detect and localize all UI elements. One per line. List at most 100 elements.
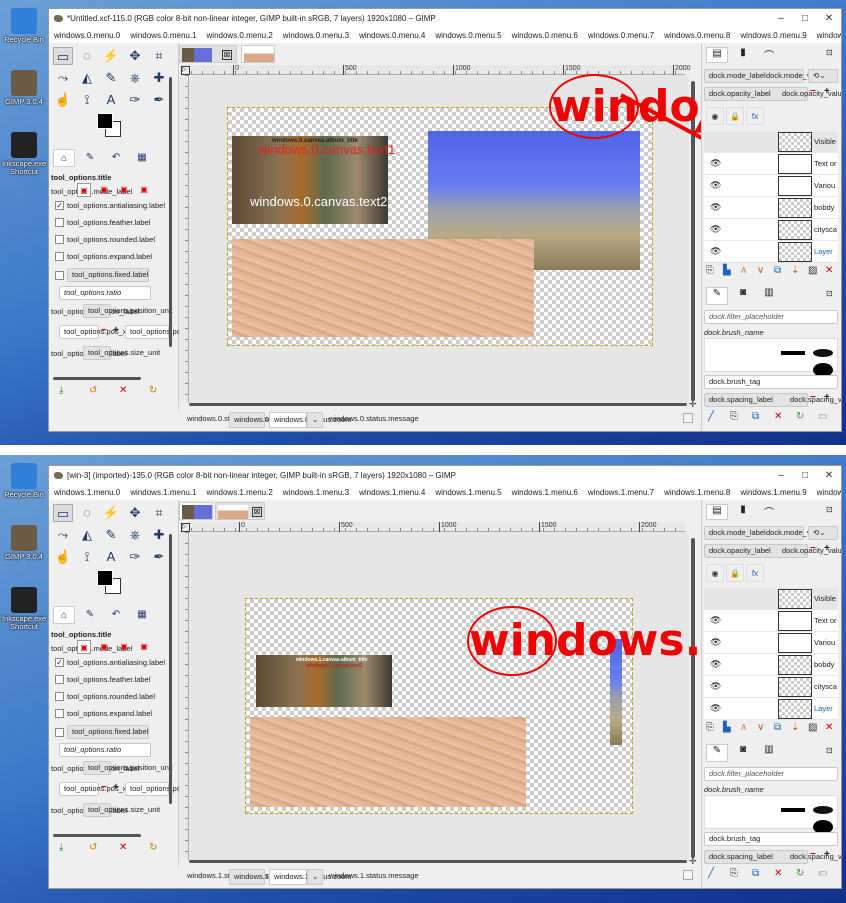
antialiasing-checkbox[interactable]: ✓	[55, 658, 64, 667]
layer-name[interactable]: citysca	[814, 682, 840, 691]
menu-filters[interactable]: windows.1.menu.8	[659, 486, 735, 500]
images-tab[interactable]: ▦	[131, 149, 153, 167]
minimize-button[interactable]: –	[769, 466, 793, 486]
menu-filters[interactable]: windows.0.menu.8	[659, 29, 735, 43]
visibility-header-icon[interactable]: ◉	[706, 107, 724, 125]
paintbrush-tool-icon[interactable]: ✎	[101, 69, 121, 87]
menu-view[interactable]: windows.0.menu.3	[278, 29, 354, 43]
layer-row[interactable]: 👁 Text or	[704, 153, 838, 175]
foreground-color-swatch[interactable]	[97, 113, 113, 129]
canvas-horizontal-scrollbar[interactable]	[189, 860, 687, 863]
toolbox-horizontal-scrollbar[interactable]	[53, 377, 141, 380]
refresh-brushes-icon[interactable]: ↻	[796, 868, 804, 879]
menu-edit[interactable]: windows.1.menu.1	[125, 486, 201, 500]
layer-name[interactable]: Layer	[814, 247, 840, 256]
delete-brush-icon[interactable]: ✕	[774, 411, 782, 422]
patterns-tab[interactable]: ◙	[732, 744, 754, 762]
eraser-tool-icon[interactable]: ✑	[125, 91, 145, 109]
gradients-tab[interactable]: ▥	[758, 744, 780, 762]
position-x-increment[interactable]: +	[113, 782, 119, 793]
layer-row[interactable]: 👁 bobdy	[704, 654, 838, 676]
fixed-aspect-checkbox[interactable]	[55, 271, 64, 280]
color-picker-tool-icon[interactable]: ✒	[149, 91, 169, 109]
menu-layer[interactable]: windows.0.menu.5	[430, 29, 506, 43]
duplicate-layer-icon[interactable]: ⧉	[774, 265, 781, 276]
clone-tool-icon[interactable]: ⎈	[125, 69, 145, 87]
rect-select-tool-icon[interactable]: ▭	[53, 47, 73, 65]
toolbox-vertical-scrollbar[interactable]	[169, 77, 172, 347]
desktop-icon-recycle-bin[interactable]: Recycle Bin	[2, 8, 46, 44]
effects-header-icon[interactable]: fx	[746, 564, 764, 582]
paths-tab[interactable]: ⌒	[758, 47, 780, 63]
lock-header-icon[interactable]: 🔒	[726, 564, 744, 582]
desktop-icon-gimp[interactable]: GIMP 3.0.4	[2, 525, 46, 561]
color-picker-tool-icon[interactable]: ✒	[149, 548, 169, 566]
layer-row[interactable]: 👁 Layer	[704, 698, 838, 720]
text-tool-icon[interactable]: A	[101, 548, 121, 566]
new-group-icon[interactable]: ▙	[723, 265, 731, 276]
position-y-field[interactable]: tool_options.pos_y	[125, 782, 193, 796]
new-layer-icon[interactable]: ⎘	[706, 722, 714, 733]
menu-tools[interactable]: windows.0.menu.7	[583, 29, 659, 43]
toolbox-horizontal-scrollbar[interactable]	[53, 834, 141, 837]
zoom-field[interactable]: windows.1.status.zoom	[269, 869, 352, 885]
opacity-decrement[interactable]: −	[810, 543, 816, 554]
aspect-ratio-field[interactable]: tool_options.ratio	[59, 286, 151, 300]
heal-tool-icon[interactable]: ✚	[149, 69, 169, 87]
feather-checkbox[interactable]	[55, 675, 64, 684]
layer-name[interactable]: Visible	[814, 594, 840, 603]
spacing-value[interactable]: dock.spacing_value	[790, 852, 841, 861]
mask-icon[interactable]: ▨	[808, 265, 817, 276]
raise-layer-icon[interactable]: ∧	[740, 265, 747, 276]
menu-select[interactable]: windows.1.menu.2	[202, 486, 278, 500]
antialiasing-checkbox[interactable]: ✓	[55, 201, 64, 210]
reset-options-icon[interactable]: ↻	[149, 842, 157, 853]
layer-row[interactable]: 👁 Variou	[704, 632, 838, 654]
ruler-origin-button[interactable]: ▷	[181, 66, 190, 75]
brush-filter-field[interactable]: dock.filter_placeholder	[704, 310, 838, 324]
opacity-increment[interactable]: +	[824, 86, 830, 97]
mode-button-add[interactable]: ▣	[97, 640, 111, 654]
layer-name[interactable]: Text or	[814, 159, 840, 168]
composite-mode-button[interactable]: ⟲⌄	[808, 526, 838, 540]
new-layer-icon[interactable]: ⎘	[706, 265, 714, 276]
canvas-vertical-scrollbar[interactable]	[691, 538, 695, 858]
visibility-header-icon[interactable]: ◉	[706, 564, 724, 582]
layer-row[interactable]: 👁 Variou	[704, 175, 838, 197]
layer-visibility-eye-icon[interactable]: 👁	[710, 202, 721, 213]
text-tool-icon[interactable]: A	[101, 91, 121, 109]
menu-help[interactable]: windows.0.menu.10	[812, 29, 841, 43]
mode-button-subtract[interactable]: ▣	[117, 640, 131, 654]
new-brush-icon[interactable]: ⎘	[730, 868, 738, 879]
desktop-icon-inkscape[interactable]: Inkscape.exe Shortcut	[2, 587, 46, 631]
layer-visibility-eye-icon[interactable]: 👁	[710, 615, 721, 626]
new-brush-icon[interactable]: ⎘	[730, 411, 738, 422]
move-tool-icon[interactable]: ✥	[125, 47, 145, 65]
menu-windows[interactable]: windows.1.menu.9	[735, 486, 811, 500]
layer-name[interactable]: Visible	[814, 137, 840, 146]
spacing-value[interactable]: dock.spacing_value	[790, 395, 841, 404]
unit-dropdown[interactable]: windows.0.status.unit	[229, 412, 305, 428]
layer-name[interactable]: Text or	[814, 616, 840, 625]
brush-tag-dropdown[interactable]: dock.brush_tag	[704, 832, 838, 846]
menu-windows[interactable]: windows.0.menu.9	[735, 29, 811, 43]
refresh-brushes-icon[interactable]: ↻	[796, 411, 804, 422]
heal-tool-icon[interactable]: ✚	[149, 526, 169, 544]
open-brush-folder-icon[interactable]: ▭	[818, 868, 827, 879]
smudge-tool-icon[interactable]: ☝	[53, 91, 73, 109]
bucket-fill-tool-icon[interactable]: ◭	[77, 526, 97, 544]
channels-tab[interactable]: ▮	[732, 504, 754, 520]
menu-layer[interactable]: windows.1.menu.5	[430, 486, 506, 500]
delete-options-icon[interactable]: ✕	[119, 842, 127, 853]
fixed-aspect-dropdown[interactable]: tool_options.fixed.label	[67, 268, 149, 282]
lock-header-icon[interactable]: 🔒	[726, 107, 744, 125]
brush-tag-dropdown[interactable]: dock.brush_tag	[704, 375, 838, 389]
tool-options-tab[interactable]: ⌂	[53, 149, 75, 167]
image-tab[interactable]: ⊠	[179, 45, 237, 63]
crop-tool-icon[interactable]: ⌗	[149, 504, 169, 522]
mode-button-subtract[interactable]: ▣	[117, 183, 131, 197]
minimize-button[interactable]: –	[769, 9, 793, 29]
quick-mask-icon[interactable]	[683, 413, 693, 423]
quick-mask-icon[interactable]	[683, 870, 693, 880]
spacing-decrement[interactable]: −	[810, 849, 816, 860]
